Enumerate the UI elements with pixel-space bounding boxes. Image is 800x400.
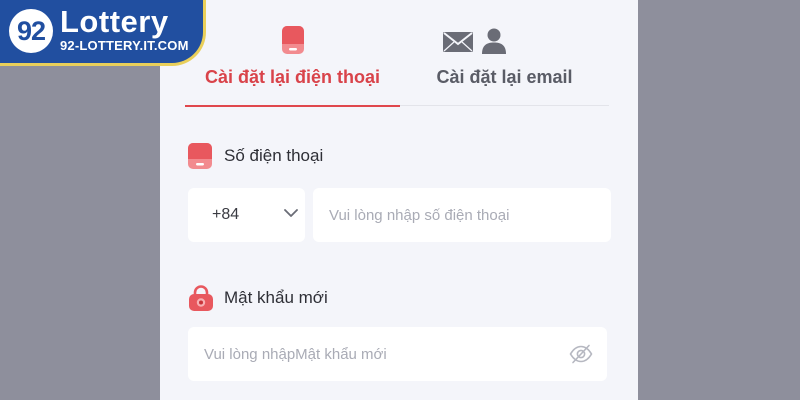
active-tab-indicator [185,105,400,107]
password-field-label: Mật khẩu mới [224,288,328,307]
password-input-container [188,327,607,381]
site-logo[interactable]: 92 Lottery 92-LOTTERY.IT.COM [0,0,206,66]
country-code-value: +84 [212,206,240,223]
phone-field-label: Số điện thoại [224,146,324,165]
phone-icon [282,26,304,54]
phone-icon [188,143,212,169]
country-code-select[interactable]: +84 [188,188,305,242]
logo-url: 92-LOTTERY.IT.COM [60,38,189,53]
new-password-input[interactable] [204,327,554,381]
tab-reset-email-label: Cài đặt lại email [436,67,573,87]
lock-icon [189,285,213,311]
tab-reset-phone[interactable]: Cài đặt lại điện thoại [185,0,400,107]
eye-off-icon[interactable] [569,344,593,364]
user-icon [482,28,506,54]
logo-mark: 92 [9,9,53,53]
mail-icon [443,32,473,52]
phone-input-container [313,188,611,242]
chevron-down-icon [284,209,298,217]
reset-password-panel: Cài đặt lại điện thoại Cài đặt lại email… [160,0,638,400]
reset-method-tabs: Cài đặt lại điện thoại Cài đặt lại email [185,0,609,107]
logo-title: Lottery [60,4,169,39]
phone-input[interactable] [329,188,599,242]
tab-reset-phone-label: Cài đặt lại điện thoại [204,67,381,87]
